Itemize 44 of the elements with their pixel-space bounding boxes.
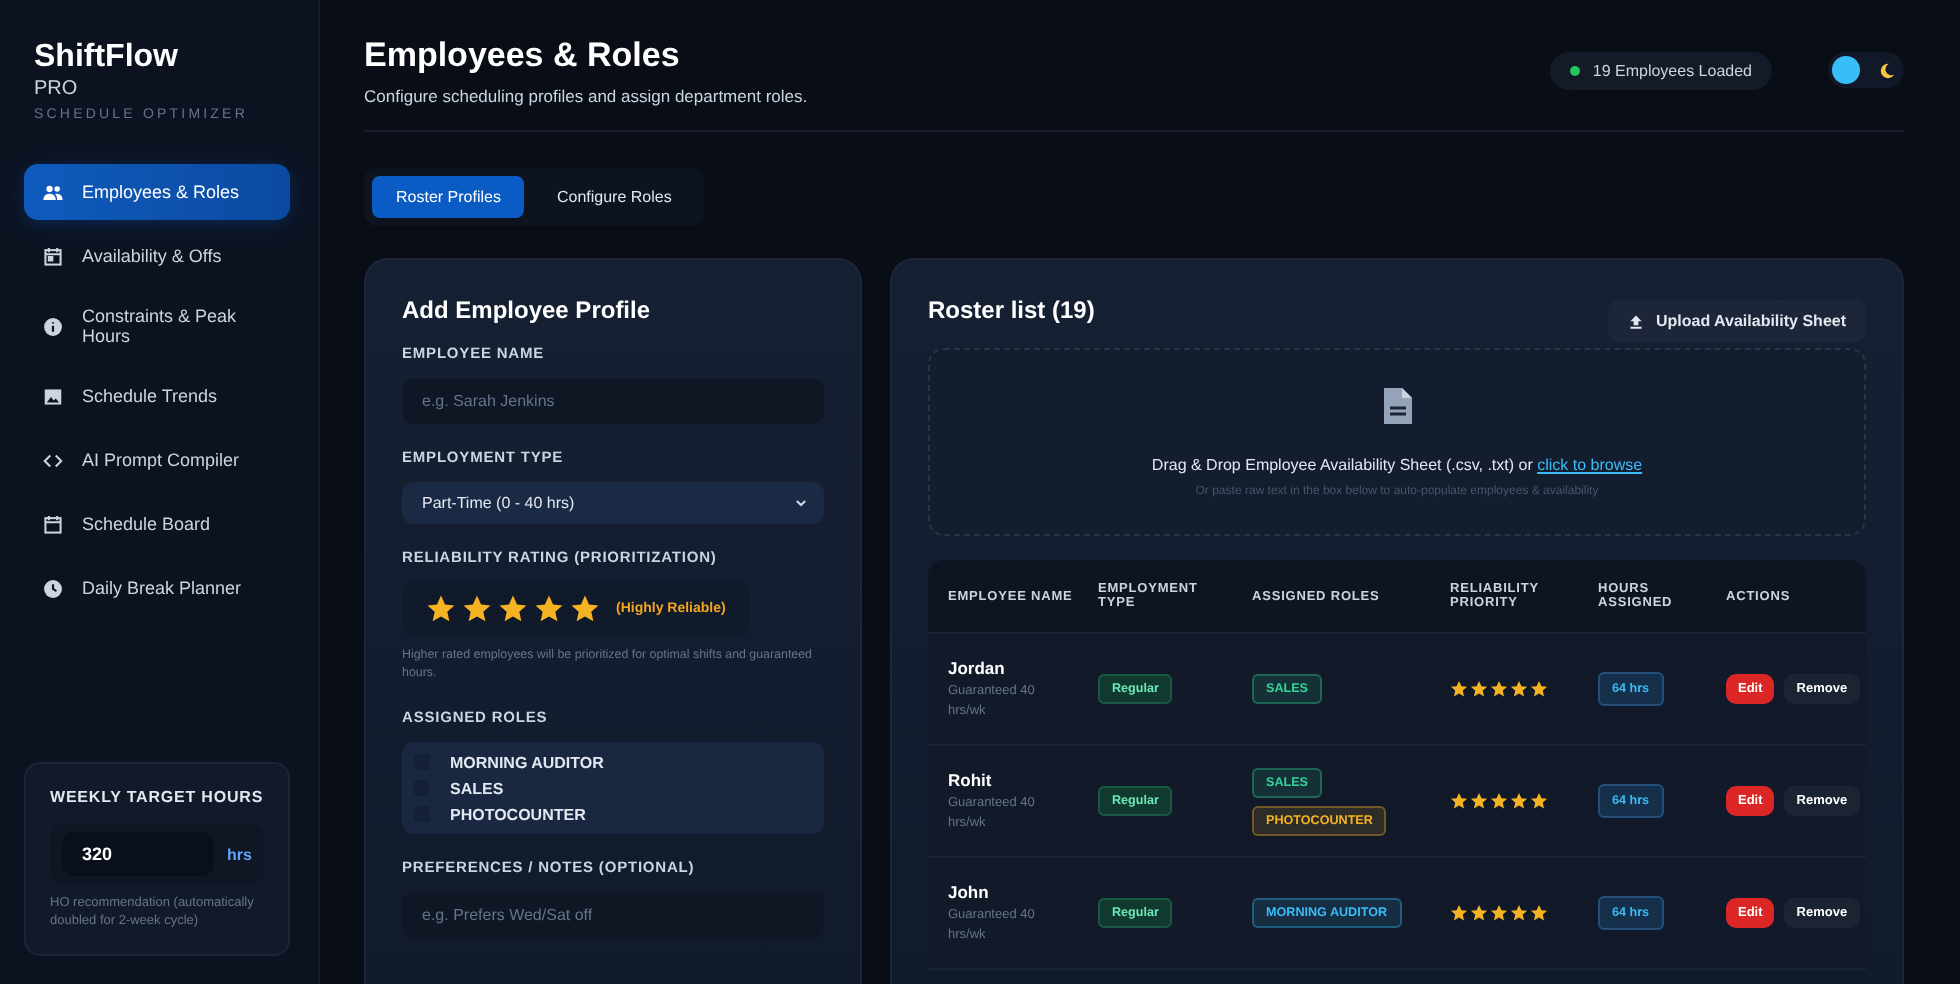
calendar-icon	[42, 245, 64, 267]
notes-input-field[interactable]: e.g. Prefers Wed/Sat off	[402, 891, 824, 938]
drop-instructions: Drag & Drop Employee Availability Sheet (.csv, .txt) or click to browse	[1149, 456, 1645, 474]
browse-link[interactable]: click to browse	[1537, 456, 1643, 474]
upload-button[interactable]: Upload Availability Sheet	[1608, 300, 1866, 342]
info-icon	[42, 315, 64, 337]
nav-item[interactable]: Constraints & Peak Hours	[24, 292, 290, 360]
role-label: MORNING AUDITOR	[450, 753, 604, 772]
employee-name: John	[948, 881, 989, 902]
employment-type-dropdown[interactable]: Part-Time (0 - 40 hrs)	[402, 482, 824, 524]
upload-icon	[1628, 313, 1645, 329]
nav-item[interactable]: Schedule Trends	[24, 368, 290, 424]
brand-name: ShiftFlow	[34, 40, 180, 76]
code-icon	[42, 449, 64, 471]
document-icon	[1381, 386, 1413, 426]
weekly-target-label: WEEKLY TARGET HOURS	[50, 788, 264, 807]
nav-item[interactable]: Daily Break Planner	[24, 560, 290, 616]
page-subtitle: Configure scheduling profiles and assign department roles.	[364, 86, 808, 106]
edition-label: PRO	[34, 78, 80, 100]
clock-icon	[42, 577, 64, 599]
nav-item[interactable]: Availability & Offs	[24, 228, 290, 284]
role-label: SALES	[450, 779, 504, 798]
role-label: PHOTOCOUNTER	[450, 805, 586, 824]
nav-item[interactable]: AI Prompt Compiler	[24, 432, 290, 488]
nav-item[interactable]: Employees & Roles	[24, 164, 290, 220]
star-rating[interactable]	[426, 594, 600, 624]
moon-icon	[1878, 61, 1896, 79]
image-icon	[42, 385, 64, 407]
status-badge: 19 Employees Loaded	[1550, 52, 1772, 90]
hours-input-field[interactable]: 320	[62, 832, 214, 877]
roster-title: Roster list (19)	[928, 296, 1095, 324]
hours-unit: hrs	[227, 845, 252, 864]
form-title: Add Employee Profile	[402, 296, 653, 324]
tab[interactable]: Roster Profiles	[372, 176, 525, 218]
theme-toggle[interactable]	[1828, 52, 1904, 88]
employee-name: Rohit	[948, 769, 992, 790]
calendar-icon	[42, 513, 64, 535]
nav-item[interactable]: Schedule Board	[24, 496, 290, 552]
chevron-down-icon	[794, 496, 808, 510]
people-icon	[42, 181, 64, 203]
page-title: Employees & Roles	[364, 36, 682, 76]
tab[interactable]: Configure Roles	[532, 176, 696, 218]
name-input-field[interactable]: e.g. Sarah Jenkins	[402, 378, 824, 424]
employee-name: Jordan	[948, 657, 1005, 678]
